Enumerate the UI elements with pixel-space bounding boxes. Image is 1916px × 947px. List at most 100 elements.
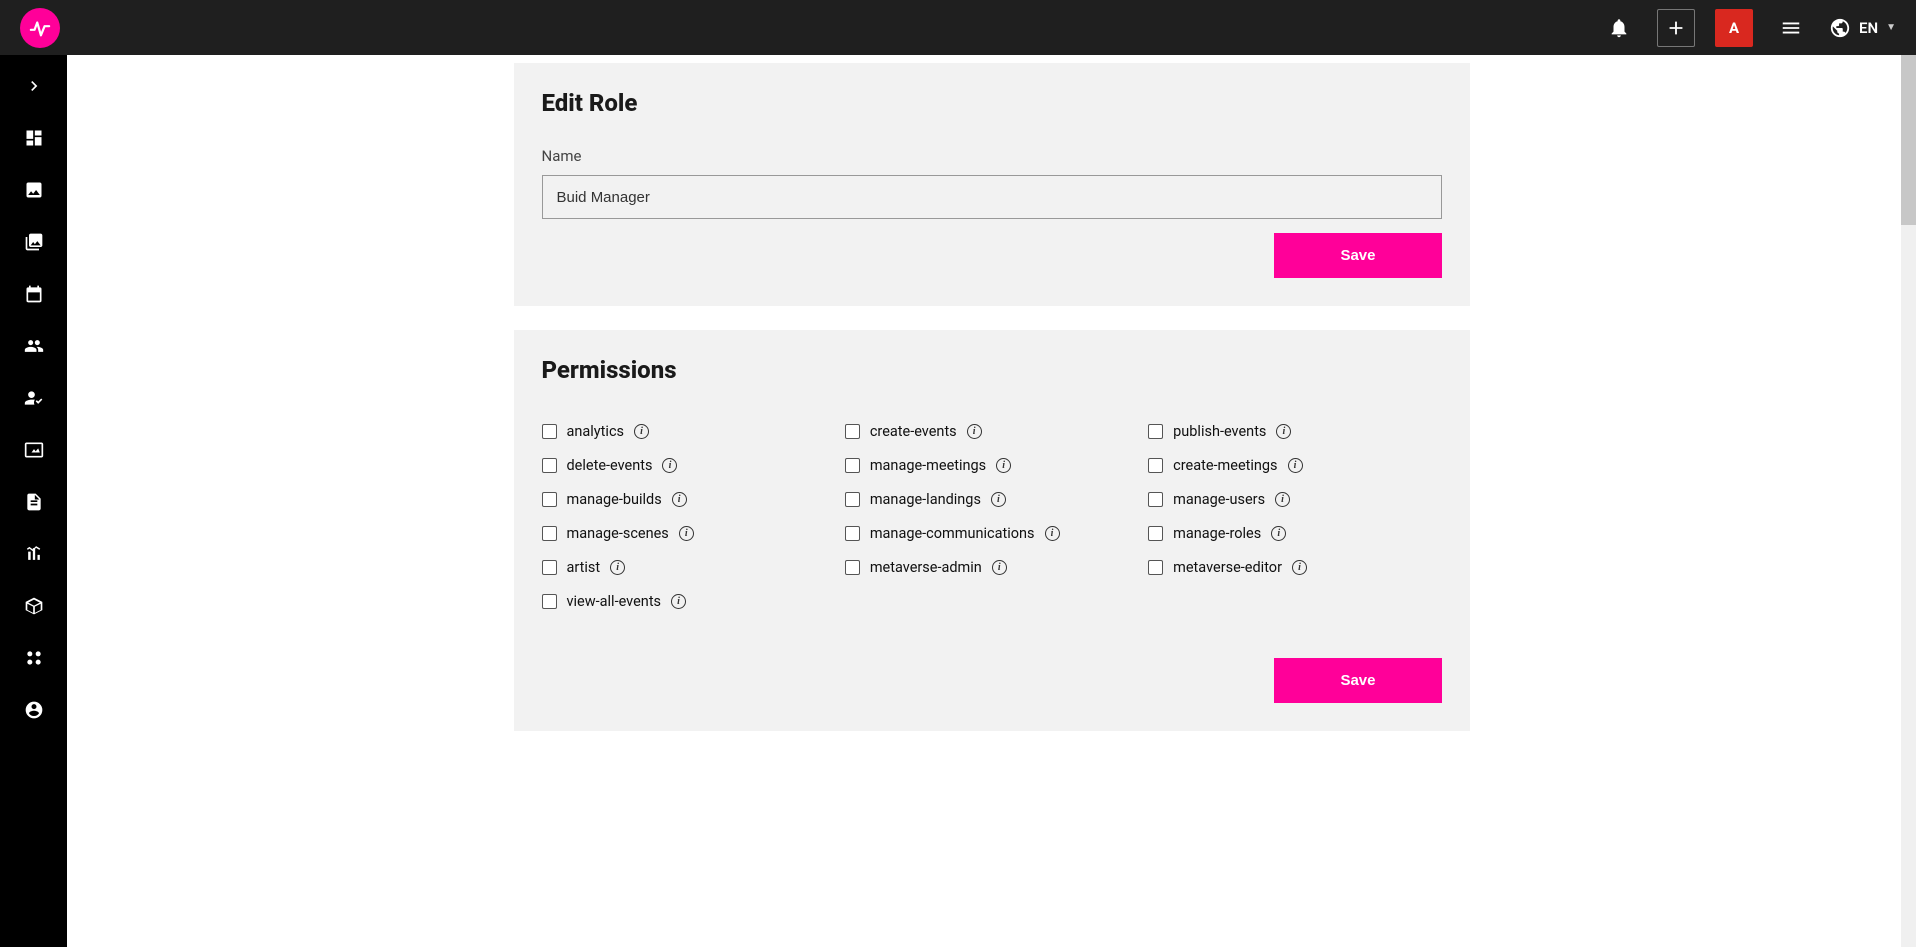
scrollbar-thumb[interactable] [1901, 55, 1916, 225]
permission-label: manage-builds [567, 491, 662, 508]
sidebar-item-apps[interactable] [19, 645, 49, 671]
permission-checkbox-create-meetings[interactable] [1148, 458, 1163, 473]
info-icon[interactable]: i [671, 594, 686, 609]
permissions-card: Permissions analyticsicreate-eventsipubl… [514, 330, 1470, 731]
permission-checkbox-manage-communications[interactable] [845, 526, 860, 541]
sidebar-item-builds[interactable] [19, 593, 49, 619]
permission-checkbox-delete-events[interactable] [542, 458, 557, 473]
permission-label: manage-communications [870, 525, 1035, 542]
permission-publish-events: publish-events i [1148, 414, 1441, 448]
sidebar-item-analytics[interactable] [19, 541, 49, 567]
users-icon [24, 336, 44, 356]
sidebar-item-dashboard[interactable] [19, 125, 49, 151]
chevron-right-icon [24, 76, 44, 96]
info-icon[interactable]: i [1288, 458, 1303, 473]
permission-checkbox-manage-meetings[interactable] [845, 458, 860, 473]
info-icon[interactable]: i [634, 424, 649, 439]
permission-checkbox-analytics[interactable] [542, 424, 557, 439]
topbar: A EN ▼ [0, 0, 1916, 55]
edit-role-actions: Save [542, 233, 1442, 278]
sidebar-expand[interactable] [19, 73, 49, 99]
permission-manage-communications: manage-communications i [845, 516, 1138, 550]
permission-checkbox-manage-builds[interactable] [542, 492, 557, 507]
permissions-title: Permissions [542, 356, 1442, 384]
save-permissions-button[interactable]: Save [1274, 658, 1441, 703]
avatar-button[interactable]: A [1715, 9, 1753, 47]
globe-icon [1829, 17, 1851, 39]
role-name-label: Name [542, 147, 1442, 165]
permission-checkbox-manage-scenes[interactable] [542, 526, 557, 541]
permission-create-events: create-events i [845, 414, 1138, 448]
permission-analytics: analytics i [542, 414, 835, 448]
info-icon[interactable]: i [672, 492, 687, 507]
language-switcher[interactable]: EN ▼ [1829, 17, 1896, 39]
permission-checkbox-manage-roles[interactable] [1148, 526, 1163, 541]
permission-manage-meetings: manage-meetingsi [845, 448, 1138, 482]
permission-label: analytics [567, 423, 625, 440]
calendar-icon [24, 284, 44, 304]
info-icon[interactable]: i [996, 458, 1011, 473]
sidebar-item-events[interactable] [19, 281, 49, 307]
permission-checkbox-manage-users[interactable] [1148, 492, 1163, 507]
permission-label: create-meetings [1173, 457, 1277, 474]
permission-metaverse-editor: metaverse-editor i [1148, 550, 1441, 584]
info-icon[interactable]: i [1292, 560, 1307, 575]
permission-checkbox-view-all-events[interactable] [542, 594, 557, 609]
chevron-down-icon: ▼ [1886, 22, 1896, 33]
sidebar-item-roles[interactable] [19, 385, 49, 411]
sidebar-item-users[interactable] [19, 333, 49, 359]
permission-checkbox-create-events[interactable] [845, 424, 860, 439]
main-content: Edit Role Name Save Permissions analytic… [67, 55, 1916, 947]
info-icon[interactable]: i [662, 458, 677, 473]
notifications-button[interactable] [1601, 10, 1637, 46]
permissions-grid: analyticsicreate-eventsipublish-eventsid… [542, 414, 1442, 618]
logo[interactable] [20, 8, 60, 48]
permissions-actions: Save [542, 658, 1442, 703]
info-icon[interactable]: i [1276, 424, 1291, 439]
permission-label: metaverse-editor [1173, 559, 1282, 576]
permission-label: metaverse-admin [870, 559, 982, 576]
role-name-input[interactable] [542, 175, 1442, 219]
permission-checkbox-metaverse-editor[interactable] [1148, 560, 1163, 575]
permission-label: manage-scenes [567, 525, 669, 542]
sidebar-item-docs[interactable] [19, 489, 49, 515]
info-icon[interactable]: i [1271, 526, 1286, 541]
document-icon [24, 492, 44, 512]
permission-label: publish-events [1173, 423, 1266, 440]
info-icon[interactable]: i [610, 560, 625, 575]
permission-create-meetings: create-meetings i [1148, 448, 1441, 482]
info-icon[interactable]: i [967, 424, 982, 439]
language-label: EN [1859, 19, 1878, 37]
sidebar [0, 55, 67, 947]
permission-manage-landings: manage-landingsi [845, 482, 1138, 516]
permission-label: manage-users [1173, 491, 1265, 508]
account-icon [24, 700, 44, 720]
picture-icon [24, 440, 44, 460]
permission-label: delete-events [567, 457, 653, 474]
plus-icon [1665, 17, 1687, 39]
avatar-letter: A [1729, 19, 1739, 37]
add-button[interactable] [1657, 9, 1695, 47]
permission-checkbox-metaverse-admin[interactable] [845, 560, 860, 575]
save-role-button[interactable]: Save [1274, 233, 1441, 278]
permission-checkbox-publish-events[interactable] [1148, 424, 1163, 439]
permission-checkbox-artist[interactable] [542, 560, 557, 575]
sidebar-item-scenes[interactable] [19, 437, 49, 463]
menu-button[interactable] [1773, 10, 1809, 46]
topbar-actions: A EN ▼ [1601, 9, 1896, 47]
sidebar-item-account[interactable] [19, 697, 49, 723]
sidebar-item-media[interactable] [19, 177, 49, 203]
info-icon[interactable]: i [1275, 492, 1290, 507]
collections-icon [24, 232, 44, 252]
permission-delete-events: delete-events i [542, 448, 835, 482]
dashboard-icon [24, 128, 44, 148]
info-icon[interactable]: i [1045, 526, 1060, 541]
info-icon[interactable]: i [991, 492, 1006, 507]
permission-manage-scenes: manage-scenes i [542, 516, 835, 550]
info-icon[interactable]: i [992, 560, 1007, 575]
permission-label: create-events [870, 423, 957, 440]
info-icon[interactable]: i [679, 526, 694, 541]
permission-label: view-all-events [567, 593, 662, 610]
permission-checkbox-manage-landings[interactable] [845, 492, 860, 507]
sidebar-item-gallery[interactable] [19, 229, 49, 255]
